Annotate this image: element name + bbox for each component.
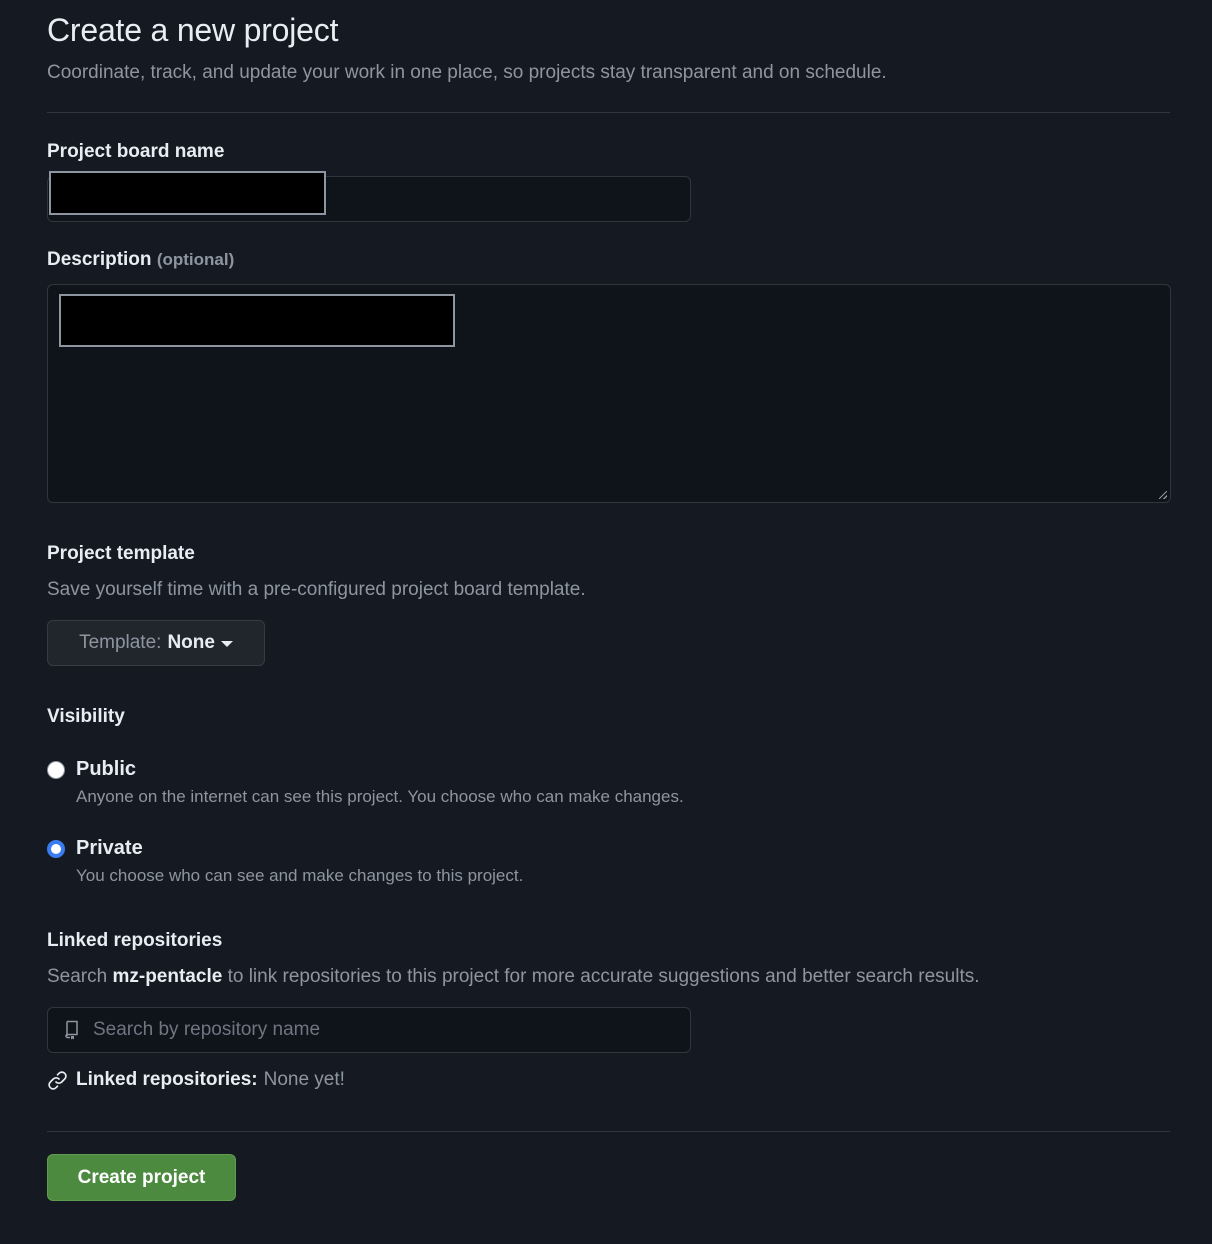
private-title: Private [76,837,143,859]
page-title: Create a new project [47,12,339,48]
description-label: Description (optional) [47,249,234,271]
owner-name: mz-pentacle [112,966,223,987]
template-select-button[interactable]: Template: None [47,620,265,666]
caret-down-icon [220,641,233,647]
linked-repos-help-suffix: to link repositories to this project for… [227,966,980,987]
repo-icon [65,1020,78,1040]
create-project-page: Create a new project Coordinate, track, … [0,0,1212,1244]
redacted-description-value [59,294,455,347]
optional-hint: (optional) [156,250,235,269]
public-radio[interactable] [47,761,65,779]
visibility-label: Visibility [47,706,125,727]
search-placeholder: Search by repository name [93,1019,321,1040]
project-name-label: Project board name [47,141,225,162]
linked-repos-help-prefix: Search [47,966,108,987]
template-prefix: Template: [79,632,162,653]
linked-repos-status: Linked repositories: None yet! [47,1069,345,1091]
public-title: Public [76,758,137,780]
public-description: Anyone on the internet can see this proj… [76,787,684,806]
visibility-option-private[interactable]: Private You choose who can see and make … [47,837,523,886]
header-divider [47,112,1170,113]
redacted-name-value [49,171,326,215]
create-project-button[interactable]: Create project [47,1154,236,1201]
template-value: None [167,632,215,653]
description-label-text: Description [47,249,152,270]
template-label: Project template [47,543,195,564]
link-icon [48,1070,67,1090]
page-subtitle: Coordinate, track, and update your work … [47,62,887,83]
linked-status-label: Linked repositories: [76,1069,258,1090]
footer-divider [47,1131,1170,1132]
visibility-option-public[interactable]: Public Anyone on the internet can see th… [47,758,684,807]
private-radio[interactable] [47,840,65,858]
linked-repos-help: Search mz-pentacle to link repositories … [47,966,980,988]
linked-repos-label: Linked repositories [47,930,223,951]
linked-status-value: None yet! [263,1069,345,1090]
private-description: You choose who can see and make changes … [76,866,524,885]
template-help-text: Save yourself time with a pre-configured… [47,579,586,600]
repo-search-input[interactable]: Search by repository name [47,1007,691,1053]
resize-grip-icon[interactable] [1159,491,1167,499]
